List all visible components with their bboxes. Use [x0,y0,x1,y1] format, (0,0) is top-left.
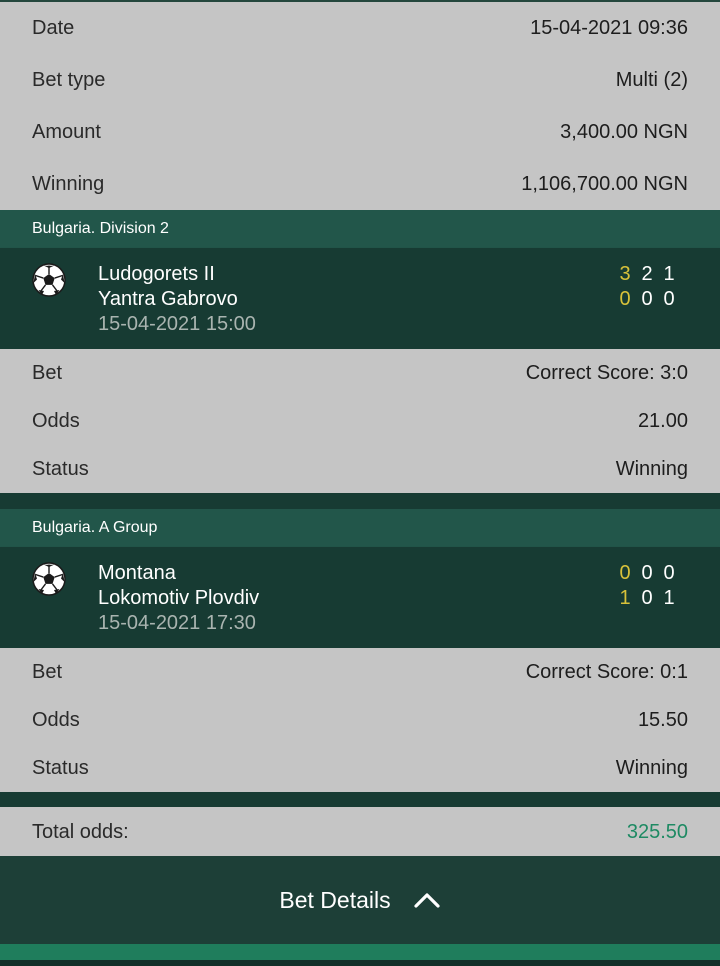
date-row: Date 15-04-2021 09:36 [32,16,688,40]
home-score-half1: 0 [641,562,653,584]
away-score-half1: 0 [641,288,653,310]
home-score-half1: 2 [641,263,653,285]
match-time: 15-04-2021 17:30 [98,612,256,634]
total-odds-value: 325.50 [626,821,688,843]
bet-type-label: Bet type [32,69,106,91]
winning-label: Winning [32,173,105,195]
home-score-final: 3 [619,263,631,285]
odds-value: 15.50 [637,709,688,731]
winning-row: Winning 1,106,700.00 NGN [32,172,688,196]
home-score-half2: 0 [663,562,675,584]
match-time: 15-04-2021 15:00 [98,313,256,335]
bet-summary: Date 15-04-2021 09:36 Bet type Multi (2)… [0,2,720,210]
odds-value: 21.00 [637,410,688,432]
bet-value: Correct Score: 3:0 [525,362,688,384]
bet-details-label: Bet Details [279,887,391,913]
bet-type-row: Bet type Multi (2) [32,68,688,92]
away-team: Yantra Gabrovo [98,288,238,310]
bet-value: Correct Score: 0:1 [525,661,688,683]
selection-details: Bet Correct Score: 3:0 Odds 21.00 Status… [0,349,720,493]
section-separator [0,792,720,807]
status-row: Status Winning [32,457,688,481]
total-odds-label: Total odds: [32,821,129,843]
soccer-ball-icon [32,263,66,297]
date-value: 15-04-2021 09:36 [530,17,688,39]
away-score-half2: 0 [663,288,675,310]
bet-row: Bet Correct Score: 3:0 [32,361,688,385]
league-header: Bulgaria. A Group [0,509,720,547]
winning-value: 1,106,700.00 NGN [521,173,688,195]
bet-type-value: Multi (2) [615,69,688,91]
away-score-final: 0 [619,288,631,310]
amount-label: Amount [32,121,101,143]
match-card[interactable]: Montana Lokomotiv Plovdiv 15-04-2021 17:… [0,547,720,648]
odds-row: Odds 21.00 [32,409,688,433]
status-value: Winning [615,757,688,779]
away-score-half1: 0 [641,587,653,609]
section-separator [0,493,720,509]
bet-details-button[interactable]: Bet Details [0,856,720,944]
league-header: Bulgaria. Division 2 [0,210,720,248]
bet-label: Bet [32,362,63,384]
home-score-final: 0 [619,562,631,584]
bottom-edge [0,960,720,966]
home-score-row: 0 0 0 [614,561,680,585]
amount-value: 3,400.00 NGN [560,121,688,143]
away-score-row: 1 0 1 [614,586,680,610]
selection-details: Bet Correct Score: 0:1 Odds 15.50 Status… [0,648,720,792]
home-team: Montana [98,562,176,584]
soccer-ball-icon [32,562,66,596]
chevron-up-icon [414,893,440,908]
status-label: Status [32,757,89,779]
status-label: Status [32,458,89,480]
home-score-half2: 1 [663,263,675,285]
total-odds-row: Total odds: 325.50 [0,807,720,856]
match-card[interactable]: Ludogorets II Yantra Gabrovo 15-04-2021 … [0,248,720,349]
bet-label: Bet [32,661,63,683]
home-score-row: 3 2 1 [614,262,680,286]
away-team: Lokomotiv Plovdiv [98,587,260,609]
odds-label: Odds [32,410,80,432]
status-value: Winning [615,458,688,480]
odds-label: Odds [32,709,80,731]
odds-row: Odds 15.50 [32,708,688,732]
home-team: Ludogorets II [98,263,215,285]
status-row: Status Winning [32,756,688,780]
away-score-row: 0 0 0 [614,287,680,311]
away-score-final: 1 [619,587,631,609]
bet-row: Bet Correct Score: 0:1 [32,660,688,684]
amount-row: Amount 3,400.00 NGN [32,120,688,144]
bottom-accent-bar [0,944,720,960]
away-score-half2: 1 [663,587,675,609]
date-label: Date [32,17,75,39]
